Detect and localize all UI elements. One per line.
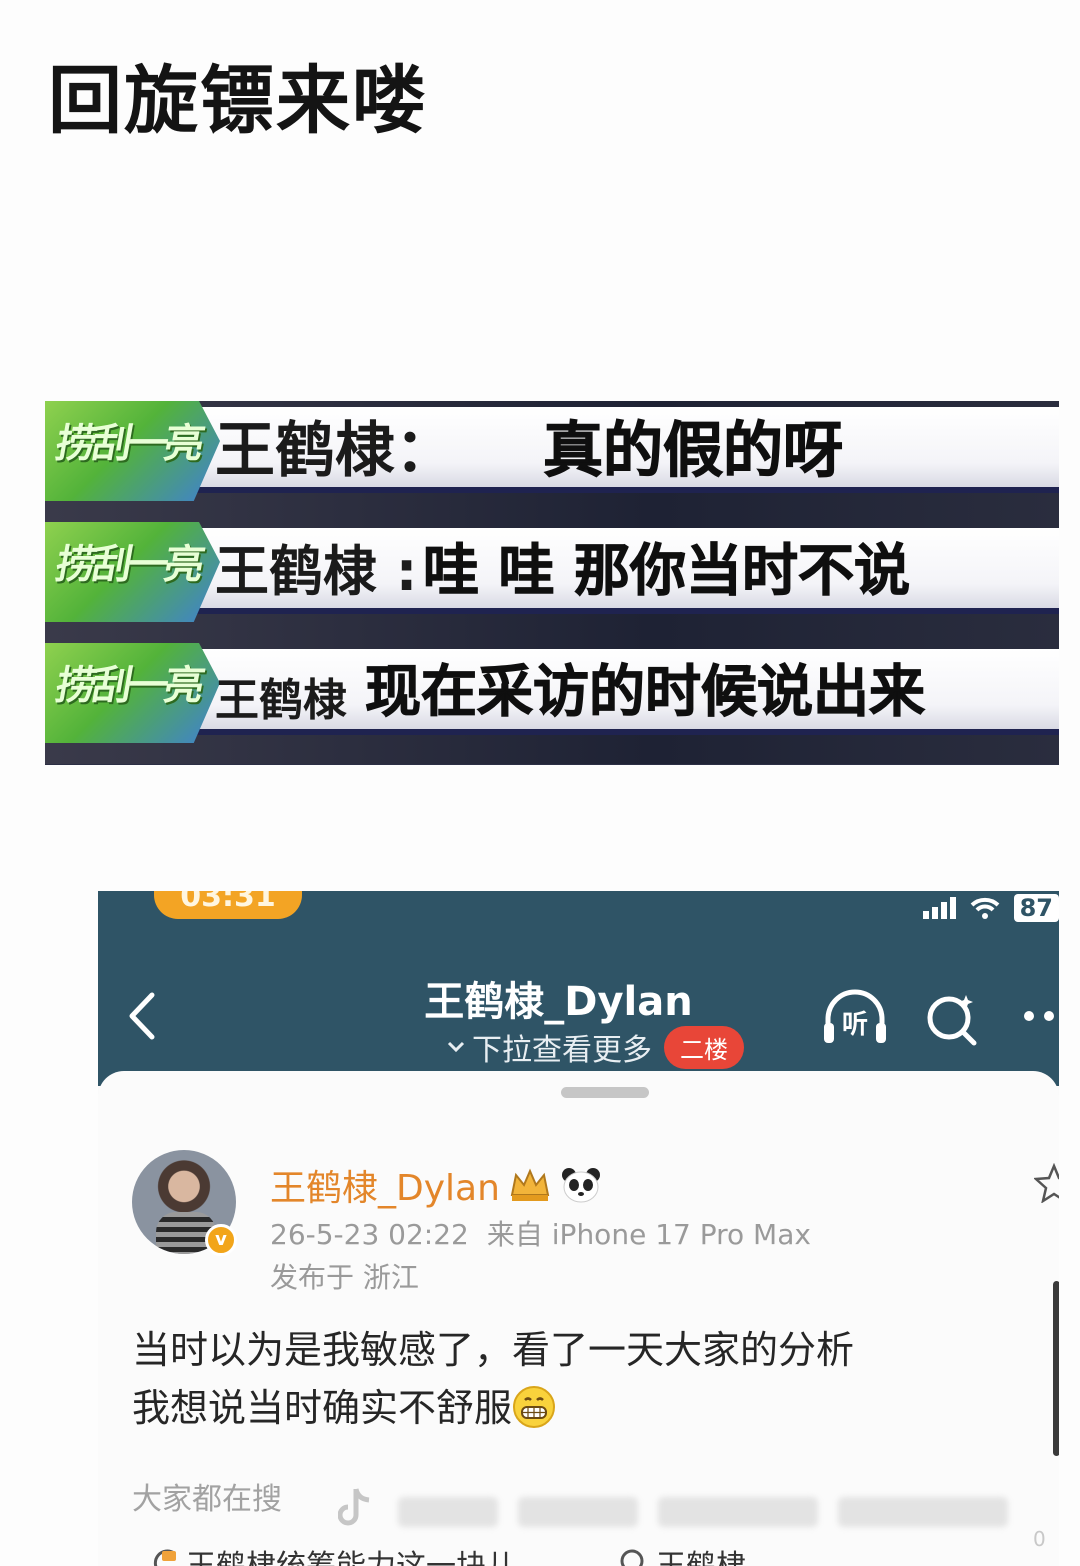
pulldown-hint[interactable]: 下拉查看更多 二楼 (446, 1025, 744, 1069)
search-icon (620, 1549, 644, 1566)
crown-badge-icon (510, 1168, 550, 1201)
caption-row: 捞刮一亮 王鹤棣 : 哇 哇 那你当时不说 (45, 522, 1059, 643)
star-icon[interactable] (1034, 1163, 1059, 1203)
blurred-watermark (518, 1497, 638, 1527)
hot-search-label: 大家都在搜 (132, 1482, 282, 1517)
post-timestamp: 26-5-23 02:22 (270, 1218, 469, 1251)
blurred-watermark (658, 1497, 818, 1527)
show-logo: 捞刮一亮 (45, 643, 220, 743)
caption-speaker: 王鹤棣 : (215, 540, 418, 603)
author-name[interactable]: 王鹤棣_Dylan (270, 1159, 500, 1211)
hot-search-text: 王鹤棣统筹能力这一块儿 (186, 1541, 516, 1566)
chevron-down-icon (447, 1041, 465, 1053)
post-body-line: 当时以为是我敏感了，看了一天大家的分析 (132, 1328, 855, 1372)
listen-headphones-icon[interactable]: 听 (820, 987, 890, 1047)
post-title: 回旋镖来喽 (48, 58, 428, 144)
svg-text:听: 听 (842, 1010, 868, 1040)
watermark-number: 0 (1033, 1527, 1046, 1551)
caption-row: 捞刮一亮 王鹤棣 现在采访的时候说出来 (45, 643, 1059, 764)
sheet-grab-handle[interactable] (561, 1087, 649, 1098)
hot-search-item[interactable]: 王鹤棣统筹能力这一块儿 (148, 1541, 516, 1566)
blurred-watermark (838, 1497, 1008, 1527)
post-body: 当时以为是我敏感了，看了一天大家的分析 我想说当时确实不舒服 (132, 1321, 1012, 1437)
show-logo: 捞刮一亮 (45, 522, 220, 622)
caption-strip-image: 捞刮一亮 王鹤棣： 真的假的呀 捞刮一亮 王鹤棣 : 哇 哇 那你当时不说 捞刮… (45, 401, 1059, 765)
author-row: 王鹤棣_Dylan (270, 1159, 602, 1211)
profile-title: 王鹤棣_Dylan (424, 979, 693, 1025)
caption-row: 捞刮一亮 王鹤棣： 真的假的呀 (45, 401, 1059, 522)
caption-line: 哇 哇 那你当时不说 (423, 539, 911, 605)
grin-emoji-icon (513, 1386, 556, 1428)
weibo-screenshot: 03:31 87 王鹤棣_Dylan 下拉查看更多 二楼 听 v 王鹤棣_Dyl… (98, 891, 1059, 1566)
caption-line: 真的假的呀 (543, 416, 844, 487)
caption-line: 现在采访的时候说出来 (365, 660, 926, 726)
panda-icon (561, 1168, 600, 1203)
hot-icon (153, 1549, 176, 1566)
search-icon[interactable] (924, 991, 980, 1047)
more-options-icon[interactable] (1022, 1009, 1059, 1023)
status-bar: 87 (922, 893, 1059, 923)
verified-badge: v (205, 1224, 237, 1256)
post-source: 来自 iPhone 17 Pro Max (486, 1218, 811, 1251)
caption-speaker: 王鹤棣： (215, 416, 455, 486)
tiktok-watermark-icon (338, 1488, 370, 1526)
wifi-icon (970, 897, 999, 919)
signal-icon (922, 897, 956, 919)
battery-indicator: 87 (1013, 894, 1059, 922)
post-body-line: 我想说当时确实不舒服 (132, 1379, 1012, 1437)
floor-badge: 二楼 (664, 1025, 744, 1069)
scrollbar[interactable] (1053, 1281, 1059, 1456)
post-meta: 26-5-23 02:22 来自 iPhone 17 Pro Max (270, 1213, 811, 1253)
show-logo: 捞刮一亮 (45, 401, 220, 501)
blurred-watermark (398, 1497, 498, 1527)
hot-search-text: 王鹤棣 (656, 1541, 746, 1566)
post-location: 发布于 浙江 (270, 1261, 419, 1294)
pulldown-label: 下拉查看更多 (472, 1033, 652, 1068)
caption-speaker: 王鹤棣 (215, 675, 347, 726)
status-clock: 03:31 (154, 891, 302, 919)
hot-search-item[interactable]: 王鹤棣 (618, 1541, 746, 1566)
